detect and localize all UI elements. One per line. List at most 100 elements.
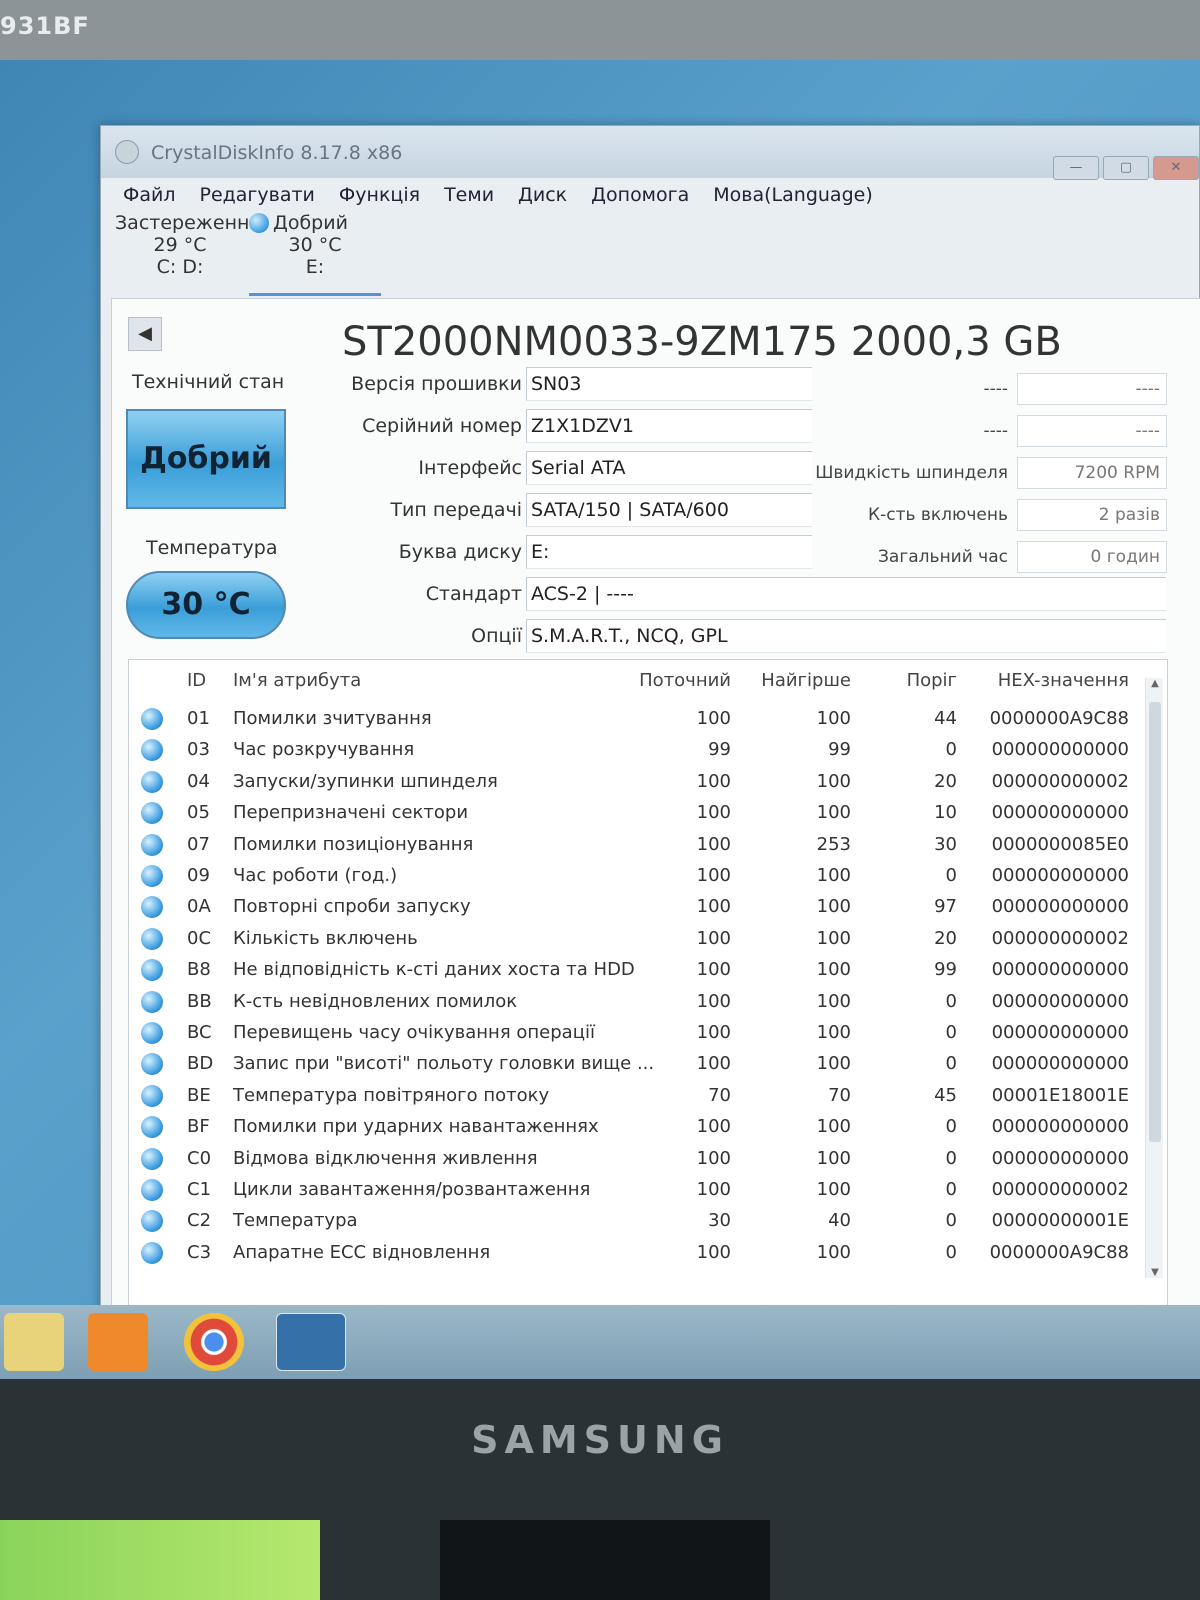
temperature-label: Температура — [146, 537, 278, 559]
crystaldiskinfo-icon[interactable] — [276, 1313, 346, 1371]
row-worst: 100 — [816, 990, 851, 1012]
good-status-icon — [141, 1053, 163, 1076]
row-attribute-name: К-сть невідновлених помилок — [233, 990, 518, 1012]
column-raw-hex[interactable]: HEX-значення — [979, 670, 1129, 691]
menu-help[interactable]: Допомога — [591, 184, 689, 206]
scroll-up-icon[interactable]: ▲ — [1146, 678, 1164, 689]
table-row[interactable]: C2 Температура 30 40 0 00000000001E — [129, 1206, 1139, 1237]
rotation-rate-value: 7200 RPM — [1017, 457, 1167, 489]
row-attribute-name: Апаратне ECC відновлення — [233, 1241, 491, 1263]
crystaldiskinfo-window: CrystalDiskInfo 8.17.8 x86 — ▢ ✕ Файл Ре… — [100, 125, 1200, 1335]
previous-disk-button[interactable]: ◀ — [128, 317, 162, 351]
row-current: 100 — [696, 990, 731, 1012]
table-row[interactable]: C0 Відмова відключення живлення 100 100 0 000… — [129, 1144, 1139, 1175]
row-id: BB — [187, 990, 212, 1012]
disk-tab-cd-letters: C: D: — [156, 256, 204, 278]
row-threshold: 0 — [945, 739, 957, 761]
table-row[interactable]: 07 Помилки позиціонування 100 253 30 00000000… — [129, 830, 1139, 861]
table-row[interactable]: 0C Кількість включень 100 100 20 000000000002 — [129, 924, 1139, 955]
table-row[interactable]: B8 Не відповідність к-сті даних хоста та … — [129, 955, 1139, 986]
menu-disk[interactable]: Диск — [518, 184, 567, 206]
row-worst: 100 — [816, 1147, 851, 1169]
power-on-count-label: К-сть включень — [868, 505, 1008, 525]
column-attribute-name[interactable]: Ім'я атрибута — [233, 670, 361, 691]
menu-themes[interactable]: Теми — [444, 184, 494, 206]
minimize-button[interactable]: — — [1053, 156, 1099, 180]
row-threshold: 0 — [945, 1241, 957, 1263]
table-row[interactable]: BE Температура повітряного потоку 70 70 45 00… — [129, 1081, 1139, 1112]
column-current[interactable]: Поточний — [627, 670, 731, 691]
row-current: 100 — [696, 1116, 731, 1138]
menu-file[interactable]: Файл — [123, 184, 176, 206]
good-status-icon — [141, 896, 163, 919]
row-raw-hex: 0000000A9C88 — [989, 708, 1129, 729]
table-row[interactable]: C1 Цикли завантаження/розвантаження 100 100… — [129, 1175, 1139, 1206]
table-scrollbar[interactable]: ▲ ▼ — [1145, 678, 1163, 1278]
maximize-button[interactable]: ▢ — [1103, 156, 1149, 180]
good-status-icon — [141, 708, 163, 730]
scrollbar-thumb[interactable] — [1149, 702, 1161, 1142]
row-id: B8 — [187, 959, 211, 981]
table-row[interactable]: BD Запис при "висоті" польоту головки вищ… — [129, 1049, 1139, 1080]
row-raw-hex: 000000000000 — [991, 865, 1129, 886]
row-threshold: 0 — [945, 1116, 957, 1138]
table-row[interactable]: 09 Час роботи (год.) 100 100 0 000000000000 — [129, 861, 1139, 892]
row-id: BD — [187, 1053, 214, 1075]
good-status-icon — [141, 865, 163, 887]
table-row[interactable]: BB К-сть невідновлених помилок 100 100 0 0000… — [129, 987, 1139, 1018]
temperature-button[interactable]: 30 °C — [126, 571, 286, 639]
menu-edit[interactable]: Редагувати — [200, 184, 315, 206]
health-status-button[interactable]: Добрий — [126, 409, 286, 509]
menu-language[interactable]: Мова(Language) — [713, 184, 872, 206]
row-current: 100 — [696, 959, 731, 981]
row-worst: 40 — [828, 1210, 851, 1232]
disk-tab-cd[interactable]: Застереження 29 °C C: D: — [111, 212, 261, 296]
title-bar: CrystalDiskInfo 8.17.8 x86 — ▢ ✕ — [101, 126, 1199, 180]
interface-value: Serial ATA — [526, 451, 812, 485]
window-buttons: — ▢ ✕ — [1053, 156, 1199, 180]
firmware-value: SN03 — [526, 367, 812, 401]
row-raw-hex: 0000000085E0 — [991, 833, 1129, 855]
row-attribute-name: Відмова відключення живлення — [233, 1147, 538, 1169]
row-current: 100 — [696, 1022, 731, 1043]
folder-icon[interactable] — [4, 1313, 64, 1371]
row-raw-hex: 0000000A9C88 — [989, 1241, 1129, 1263]
rotation-rate-label: Швидкість шпинделя — [815, 463, 1008, 483]
table-row[interactable]: C3 Апаратне ECC відновлення 100 100 0 0000000… — [129, 1238, 1139, 1269]
column-worst[interactable]: Найгірше — [747, 670, 851, 691]
close-button[interactable]: ✕ — [1153, 156, 1199, 180]
monitor-stand — [440, 1520, 770, 1600]
row-threshold: 44 — [934, 708, 957, 729]
row-current: 100 — [696, 865, 731, 886]
row-attribute-name: Перевищень часу очікування операції — [233, 1022, 595, 1043]
scroll-down-icon[interactable]: ▼ — [1146, 1267, 1164, 1278]
row-threshold: 0 — [945, 1179, 957, 1200]
table-row[interactable]: 05 Перепризначені сектори 100 100 10 00000000… — [129, 798, 1139, 829]
row-worst: 100 — [816, 1022, 851, 1043]
table-row[interactable]: 04 Запуски/зупинки шпинделя 100 100 20 000000… — [129, 767, 1139, 798]
good-status-icon — [249, 213, 269, 233]
table-row[interactable]: 01 Помилки зчитування 100 100 44 0000000A9C88 — [129, 704, 1139, 735]
disk-tab-e[interactable]: Добрий 30 °C E: — [249, 212, 381, 296]
table-row[interactable]: BF Помилки при ударних навантаженнях 100 10… — [129, 1112, 1139, 1143]
transfer-mode-label: Тип передачі — [390, 499, 522, 521]
row-threshold: 10 — [934, 802, 957, 824]
media-player-icon[interactable] — [88, 1313, 148, 1371]
disk-tab-cd-status: Застереження — [115, 212, 261, 234]
row-attribute-name: Температура — [233, 1210, 358, 1232]
row-worst: 100 — [816, 708, 851, 729]
row-worst: 100 — [816, 770, 851, 792]
table-row[interactable]: BC Перевищень часу очікування операції 100… — [129, 1018, 1139, 1049]
menu-function[interactable]: Функція — [339, 184, 420, 206]
row-threshold: 0 — [945, 1022, 957, 1043]
row-threshold: 20 — [934, 770, 957, 792]
table-row[interactable]: 0A Повторні спроби запуску 100 100 97 0000000… — [129, 892, 1139, 923]
good-status-icon — [141, 770, 163, 793]
row-worst: 100 — [816, 1241, 851, 1263]
drive-letter-value: E: — [526, 535, 812, 569]
row-id: C1 — [187, 1179, 212, 1200]
column-threshold[interactable]: Поріг — [869, 670, 957, 691]
chrome-icon[interactable] — [184, 1313, 244, 1371]
column-id[interactable]: ID — [187, 670, 206, 691]
table-row[interactable]: 03 Час розкручування 99 99 0 000000000000 — [129, 735, 1139, 766]
